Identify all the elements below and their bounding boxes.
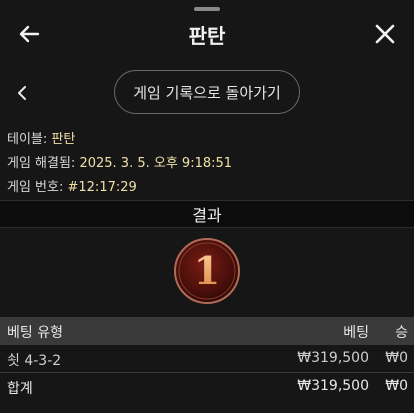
result-ball-graphic: 1 [174,238,240,304]
game-info: 테이블: 판탄 게임 해결됨: 2025. 3. 5. 오후 9:18:51 게… [7,128,232,200]
total-bet: ₩319,500 [297,378,369,394]
header: 판탄 [0,0,414,68]
header-win: 승 [395,325,408,341]
info-game-number: 게임 번호: #12:17:29 [7,176,232,200]
result-ball: 1 [173,237,241,305]
result-heading: 결과 [0,201,414,228]
close-icon [375,24,395,44]
row-bet-type: 쇳 4-3-2 [7,353,62,369]
history-back-chevron[interactable] [12,82,32,104]
row-bet-amount: ₩319,500 [297,350,369,366]
bet-table-header: 베팅 유형 베팅 승 [0,317,414,345]
table-value: 판탄 [51,132,76,147]
history-row: 게임 기록으로 돌아가기 [0,68,414,118]
header-bet: 베팅 [343,325,369,341]
total-win: ₩0 [385,378,408,394]
table-label: 테이블: [7,132,48,147]
page-title: 판탄 [188,24,226,48]
result-number: 1 [194,248,220,293]
bet-table: 베팅 유형 베팅 승 쇳 4-3-2 ₩319,500 ₩0 합계 ₩319,5… [0,317,414,401]
resolved-value: 2025. 3. 5. 오후 9:18:51 [79,156,233,171]
total-label: 합계 [7,381,33,397]
close-button[interactable] [372,21,398,47]
table-row: 쇳 4-3-2 ₩319,500 ₩0 [0,345,414,373]
info-resolved: 게임 해결됨: 2025. 3. 5. 오후 9:18:51 [7,152,232,176]
resolved-label: 게임 해결됨: [7,156,76,171]
total-row: 합계 ₩319,500 ₩0 [0,373,414,401]
game-number-label: 게임 번호: [7,180,64,195]
chevron-left-icon [18,86,26,100]
back-to-history-button[interactable]: 게임 기록으로 돌아가기 [114,70,300,114]
info-table: 테이블: 판탄 [7,128,232,152]
row-win-amount: ₩0 [385,350,408,366]
header-bet-type: 베팅 유형 [7,325,63,341]
game-number-value: #12:17:29 [67,180,137,195]
